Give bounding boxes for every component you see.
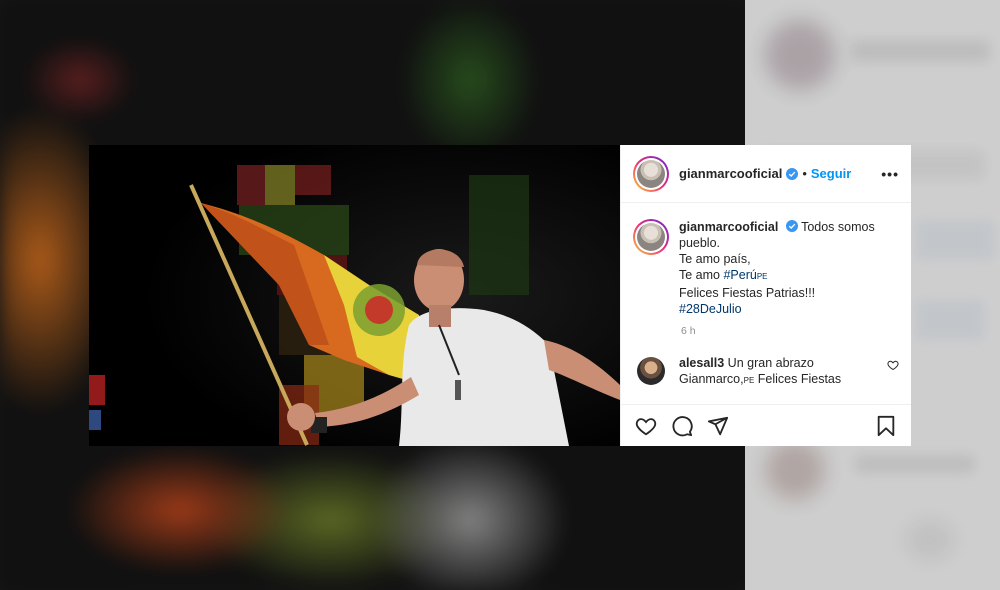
header-separator: • [802,166,807,181]
post-photo[interactable] [89,145,620,446]
verified-badge-icon [786,167,799,180]
caption-line-2: Te amo país, [679,252,751,266]
comment-item: alesall3 Un gran abrazo Gianmarco,PE Fel… [633,355,899,389]
post-timestamp[interactable]: 6 h [681,325,899,337]
more-options-icon[interactable]: ••• [881,166,899,182]
post-side-panel: gianmarcooficial • Seguir ••• gianmarcoo… [620,145,911,446]
caption: gianmarcooficial Todos somos pueblo. Te … [633,219,899,317]
comment-text: alesall3 Un gran abrazo Gianmarco,PE Fel… [679,355,869,389]
post-header: gianmarcooficial • Seguir ••• [621,145,911,203]
comment-bubble-icon[interactable] [671,415,693,437]
small-heart-icon[interactable] [887,359,899,371]
commenter-username[interactable]: alesall3 [679,356,724,370]
verified-badge-icon [785,220,798,232]
heart-icon[interactable] [635,415,657,437]
hashtag-peru[interactable]: #Perú [723,268,756,282]
comment-body-part-2: Felices Fiestas [757,372,842,386]
caption-text: gianmarcooficial Todos somos pueblo. Te … [679,219,899,317]
caption-username[interactable]: gianmarcooficial [679,220,778,234]
caption-line-3-prefix: Te amo [679,268,724,282]
hashtag-28dejulio[interactable]: #28DeJulio [679,302,742,316]
concert-photo-image [89,145,620,446]
bookmark-icon[interactable] [875,415,897,437]
author-username[interactable]: gianmarcooficial [679,166,782,181]
post-modal: gianmarcooficial • Seguir ••• gianmarcoo… [89,145,911,446]
follow-button[interactable]: Seguir [811,166,851,181]
author-avatar[interactable] [633,155,669,192]
commenter-avatar[interactable] [637,357,665,385]
action-bar [621,404,911,446]
caption-avatar[interactable] [633,219,669,255]
caption-line-4: Felices Fiestas Patrias!!! [679,286,816,300]
paper-plane-icon[interactable] [707,415,729,437]
peru-flag-emoji: PE [743,376,755,385]
comments-section[interactable]: gianmarcooficial Todos somos pueblo. Te … [621,203,911,404]
peru-flag-emoji: PE [756,272,768,281]
